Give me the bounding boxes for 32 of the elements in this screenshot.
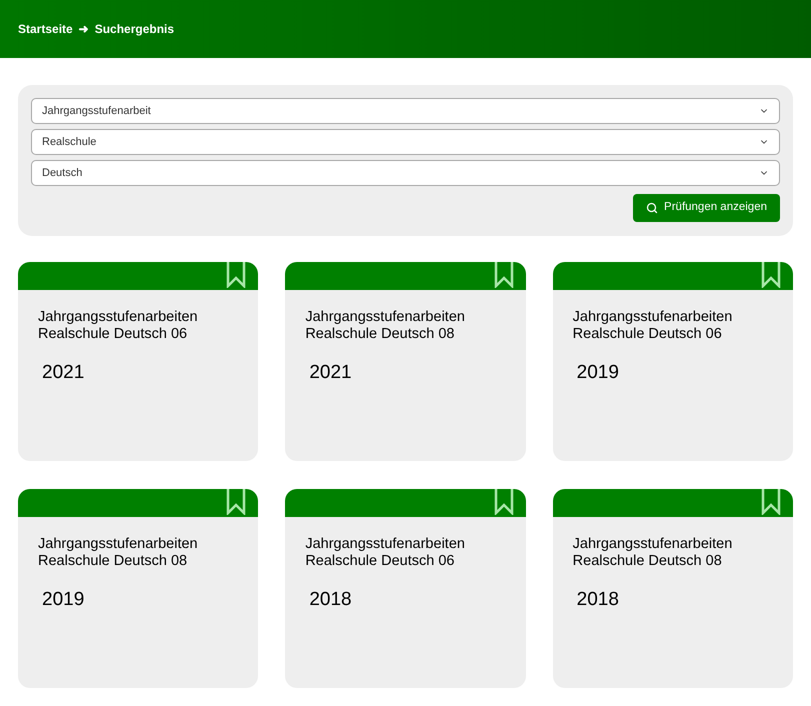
show-exams-button[interactable]: Prüfungen anzeigen (633, 194, 780, 222)
bookmark-icon[interactable] (760, 262, 781, 288)
exam-card[interactable]: Jahrgangsstufenarbeiten Realschule Deutsch 06 2021 (18, 262, 258, 461)
exam-card[interactable]: Jahrgangsstufenarbeiten Realschule Deutsch 08 2019 (18, 489, 258, 688)
card-year: 2021 (41, 361, 86, 385)
breadcrumb-link[interactable]: Suchergebnis (94, 20, 174, 38)
dropdown-select[interactable]: Deutsch (31, 160, 780, 186)
search-icon (646, 202, 658, 214)
exam-card[interactable]: Jahrgangsstufenarbeiten Realschule Deutsch 06 2019 (552, 262, 793, 461)
bookmark-icon[interactable] (226, 489, 246, 515)
card-year: 2019 (576, 361, 620, 385)
bookmark-icon[interactable] (226, 262, 246, 288)
exam-card[interactable]: Jahrgangsstufenarbeiten Realschule Deutsch 08 2021 (285, 262, 526, 461)
exam-card[interactable]: Jahrgangsstufenarbeiten Realschule Deutsch 06 2018 (285, 489, 526, 688)
breadcrumb-link[interactable]: Startseite (18, 20, 73, 38)
card-year: 2018 (308, 588, 353, 612)
dropdown-select[interactable]: Realschule (31, 129, 780, 155)
exam-card[interactable]: Jahrgangsstufenarbeiten Realschule Deutsch 08 2018 (552, 489, 793, 688)
card-title: Jahrgangsstufenarbeiten Realschule Deutsch 06 (572, 308, 734, 343)
bookmark-icon[interactable] (494, 262, 514, 288)
card-title: Jahrgangsstufenarbeiten Realschule Deutsch 08 (37, 535, 199, 570)
card-year: 2018 (576, 588, 620, 612)
card-title: Jahrgangsstufenarbeiten Realschule Deutsch 08 (572, 535, 734, 570)
bookmark-icon[interactable] (760, 489, 781, 515)
card-year: 2021 (308, 361, 353, 385)
dropdown-select[interactable]: Jahrgangsstufenarbeit (31, 98, 780, 124)
card-title: Jahrgangsstufenarbeiten Realschule Deutsch 06 (37, 308, 199, 343)
card-title: Jahrgangsstufenarbeiten Realschule Deutsch 06 (304, 535, 466, 570)
bookmark-icon[interactable] (494, 489, 514, 515)
card-title: Jahrgangsstufenarbeiten Realschule Deutsch 08 (304, 308, 466, 343)
card-year: 2019 (41, 588, 86, 612)
breadcrumb-separator: ➜ (78, 21, 89, 38)
